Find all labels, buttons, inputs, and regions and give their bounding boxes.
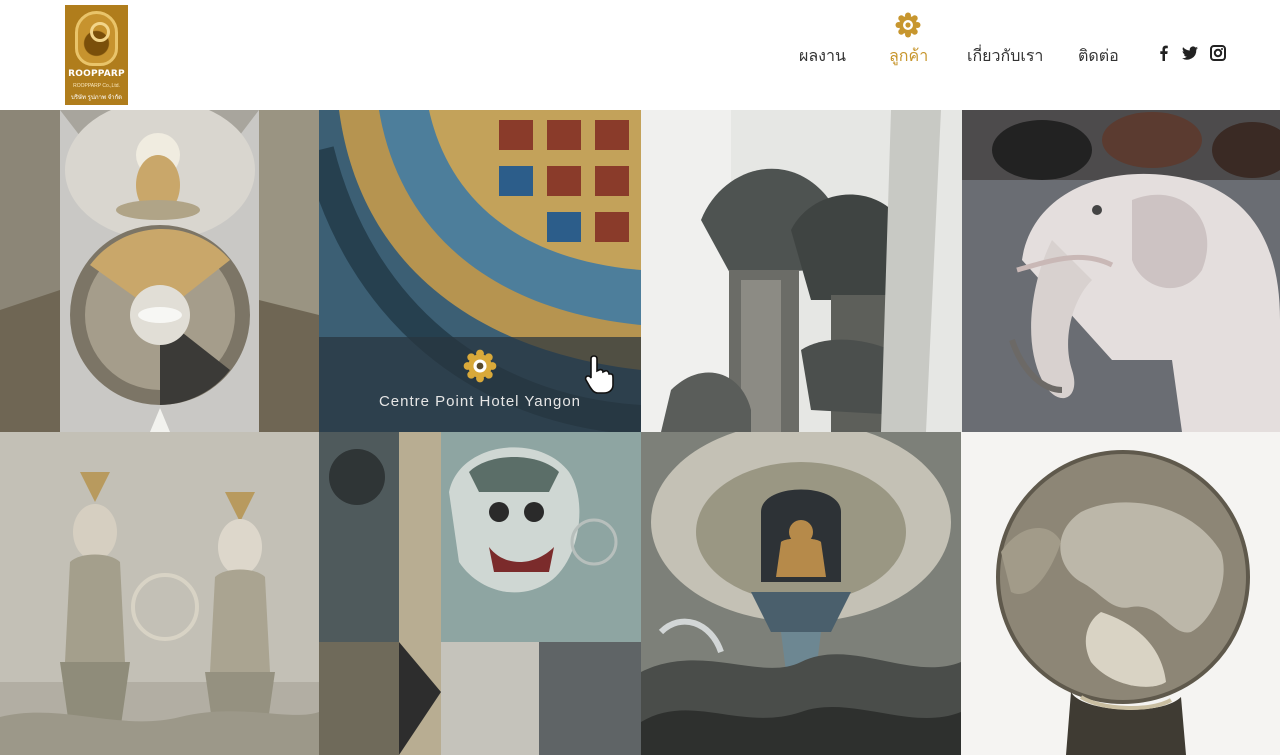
facebook-icon[interactable] <box>1155 44 1173 62</box>
bronze-globe-image <box>961 432 1280 755</box>
hand-cursor-icon <box>584 355 614 394</box>
nav-item-contact[interactable]: ติดต่อ <box>1078 44 1119 69</box>
buddha-relief-image <box>641 432 961 755</box>
gallery-tile-bronze-globe[interactable] <box>961 432 1280 755</box>
logo-emblem-icon <box>75 11 118 66</box>
nav-item-clients[interactable]: ลูกค้า <box>889 44 928 69</box>
logo-word: ROOPPARP <box>68 69 125 79</box>
logo-company-en: ROOPPARP Co.,Ltd. <box>73 83 120 89</box>
instagram-icon[interactable] <box>1209 44 1227 62</box>
gallery-tile-pillars-sculpture[interactable] <box>641 110 962 432</box>
nav-item-about[interactable]: เกี่ยวกับเรา <box>967 44 1043 69</box>
nav-item-works[interactable]: ผลงาน <box>799 44 846 69</box>
tile-caption: Centre Point Hotel Yangon <box>378 393 582 410</box>
active-flower-icon <box>895 12 921 38</box>
caption-flower-icon <box>463 349 497 383</box>
gallery-tile-buddha-relief[interactable] <box>641 432 961 755</box>
gallery-tile-buddha-mural[interactable] <box>0 110 319 432</box>
gallery-tile-deity-mural[interactable] <box>0 432 319 755</box>
gallery-tile-ornamental-ceiling[interactable]: Centre Point Hotel Yangon <box>319 110 641 432</box>
elephant-sculpture-image <box>962 110 1280 432</box>
twitter-icon[interactable] <box>1181 44 1199 62</box>
portfolio-grid: Centre Point Hotel Yangon <box>0 110 1280 755</box>
logo-company-th: บริษัท รูปภาพ จำกัด <box>71 95 122 101</box>
deity-mural-image <box>0 432 319 755</box>
gallery-tile-giant-mask-panel[interactable] <box>319 432 641 755</box>
pillars-sculpture-image <box>641 110 962 432</box>
roopparp-logo[interactable]: ROOPPARP ROOPPARP Co.,Ltd. บริษัท รูปภาพ… <box>65 5 128 105</box>
gallery-tile-elephant-sculpture[interactable] <box>962 110 1280 432</box>
buddha-mural-image <box>0 110 319 432</box>
site-header: ROOPPARP ROOPPARP Co.,Ltd. บริษัท รูปภาพ… <box>0 0 1280 110</box>
giant-mask-panel-image <box>319 432 641 755</box>
main-nav: ผลงาน ลูกค้า เกี่ยวกับเรา ติดต่อ <box>780 0 1226 110</box>
